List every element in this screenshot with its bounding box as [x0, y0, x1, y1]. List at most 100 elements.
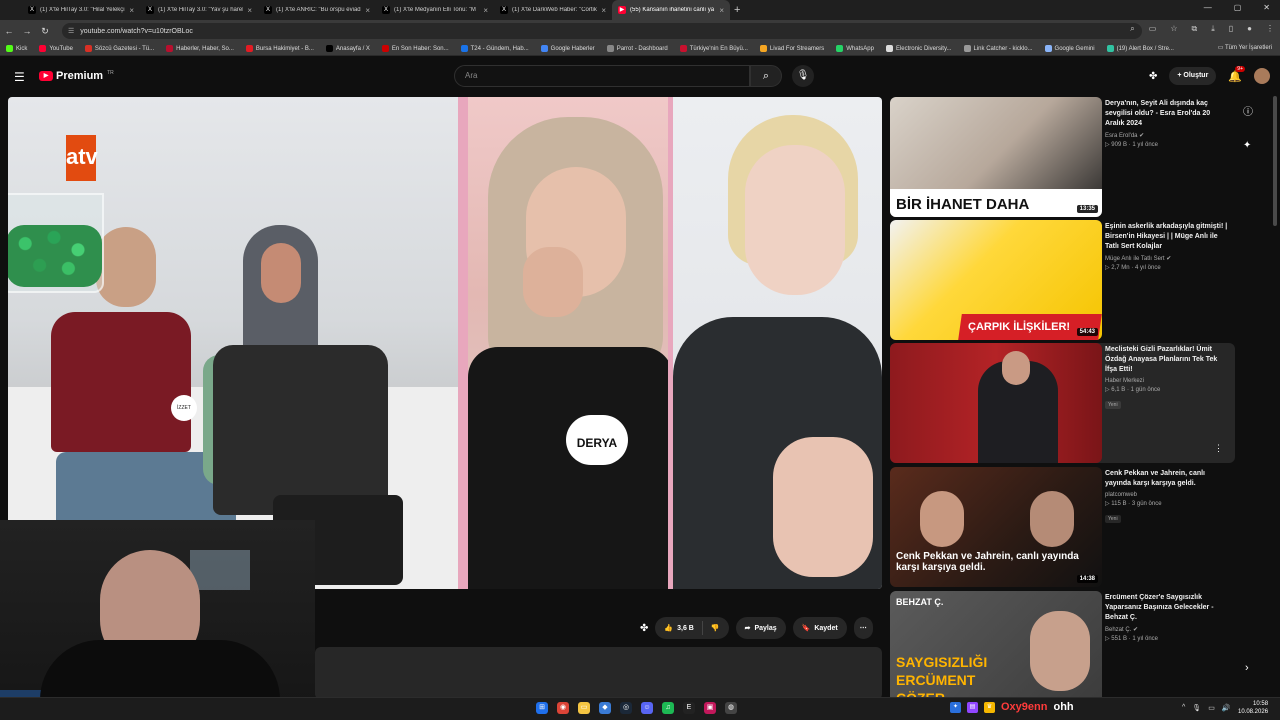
more-actions-button[interactable]: ⋯: [853, 617, 873, 639]
video-player[interactable]: atv İZZET DERYA: [8, 97, 882, 589]
channel-name[interactable]: platcomweb: [1105, 492, 1137, 498]
extension-puzzle-icon[interactable]: ✤: [640, 623, 648, 634]
video-title[interactable]: Eşinin askerlik arkadaşıyla gitmişti! | …: [1105, 222, 1230, 252]
recommendation-card[interactable]: BEHZAT Ç. SAYGISIZLIĞI ERCÜMENT ÇÖZER Er…: [890, 591, 1235, 697]
recommendation-card[interactable]: BİR İHANET DAHA 13:35 Derya'nın, Seyit A…: [890, 97, 1235, 217]
back-icon[interactable]: ←: [0, 26, 18, 36]
video-thumbnail[interactable]: ÇARPIK İLİŞKİLER! 54:43: [890, 220, 1102, 340]
scrollbar-thumb[interactable]: [1273, 96, 1277, 226]
obs-icon[interactable]: ◍: [725, 702, 737, 714]
steam-icon[interactable]: ◎: [620, 702, 632, 714]
forward-icon[interactable]: →: [18, 26, 36, 36]
youtube-logo[interactable]: ▶ Premium TR: [39, 70, 114, 82]
bookmark-item[interactable]: Google Haberler: [540, 45, 595, 52]
channel-name[interactable]: Esra Erol'da: [1105, 133, 1138, 139]
spotify-icon[interactable]: ♫: [662, 702, 674, 714]
bookmark-item[interactable]: Sözcü Gazetesi - Tü...: [84, 45, 154, 52]
avatar[interactable]: [1254, 68, 1270, 84]
thumbs-down-icon[interactable]: 👎: [711, 624, 720, 632]
browser-tab[interactable]: X (1) X'te Medyanın Elli Tonu: "M ×: [376, 0, 494, 20]
bookmark-item[interactable]: WhatsApp: [836, 45, 874, 52]
recommendation-card-hovered[interactable]: Meclisteki Gizli Pazarlıklar! Ümit Özdağ…: [890, 343, 1235, 463]
video-thumbnail[interactable]: BEHZAT Ç. SAYGISIZLIĞI ERCÜMENT ÇÖZER: [890, 591, 1102, 697]
bookmark-item[interactable]: Anasayfa / X: [325, 45, 370, 52]
system-clock[interactable]: 10:58 10.08.2026: [1238, 700, 1268, 716]
volume-icon[interactable]: 🔊: [1222, 704, 1231, 712]
site-info-icon[interactable]: ☰: [68, 27, 74, 35]
scrollbar[interactable]: [1273, 96, 1278, 700]
zoom-icon[interactable]: ⌕: [1130, 24, 1134, 34]
new-tab-button[interactable]: +: [734, 4, 740, 16]
sidebar-icon[interactable]: ▯: [1229, 24, 1233, 34]
bookmark-item[interactable]: Link Catcher - kicklo...: [963, 45, 1033, 52]
extensions-icon[interactable]: ⧉: [1191, 24, 1197, 34]
close-icon[interactable]: ×: [719, 6, 724, 15]
video-title[interactable]: Cenk Pekkan ve Jahrein, canlı yayında ka…: [1105, 469, 1230, 489]
notifications-button[interactable]: 🔔 9+: [1228, 65, 1245, 83]
close-icon[interactable]: ×: [365, 6, 370, 15]
cast-icon[interactable]: ▭: [1149, 24, 1157, 34]
download-icon[interactable]: ⤓: [1211, 24, 1215, 34]
browser-tab[interactable]: X (1) X'te ANRIC: "Bu orspu eviad ×: [258, 0, 376, 20]
video-title[interactable]: Meclisteki Gizli Pazarlıklar! Ümit Özdağ…: [1105, 345, 1230, 375]
chrome-icon[interactable]: ◉: [557, 702, 569, 714]
bookmark-item[interactable]: Electronic Diversity...: [885, 45, 952, 52]
channel-name[interactable]: Behzat Ç.: [1105, 627, 1131, 633]
bookmark-item[interactable]: Haberler, Haber, So...: [166, 45, 234, 52]
bookmark-star-icon[interactable]: ☆: [1170, 24, 1177, 34]
bookmark-item[interactable]: Bursa Hakimiyet - B...: [245, 45, 314, 52]
bookmark-item[interactable]: T24 - Gündem, Hab...: [460, 45, 529, 52]
video-thumbnail[interactable]: BİR İHANET DAHA 13:35: [890, 97, 1102, 217]
video-thumbnail[interactable]: [890, 343, 1102, 463]
bookmark-item[interactable]: YouTube: [39, 45, 73, 52]
bookmark-item[interactable]: Kick: [6, 45, 27, 52]
chevron-right-icon[interactable]: ›: [1245, 662, 1249, 674]
close-icon[interactable]: ×: [483, 6, 488, 15]
video-thumbnail[interactable]: Cenk Pekkan ve Jahrein, canlı yayında ka…: [890, 467, 1102, 587]
description-box[interactable]: [315, 647, 882, 700]
browser-tab[interactable]: X (1) X'te DarkWeb Haber: "Cortik ×: [494, 0, 612, 20]
close-window-icon[interactable]: ✕: [1263, 3, 1270, 12]
browser-menu-icon[interactable]: ⋮: [1266, 24, 1274, 34]
close-icon[interactable]: ×: [247, 6, 252, 15]
file-explorer-icon[interactable]: ▭: [578, 702, 590, 714]
channel-name[interactable]: Haber Merkezi: [1105, 378, 1144, 384]
close-icon[interactable]: ×: [129, 6, 134, 15]
hamburger-menu-icon[interactable]: ☰: [14, 70, 25, 84]
url-input[interactable]: ☰ youtube.com/watch?v=u10tzrOBLoc: [62, 23, 1142, 39]
bookmark-item[interactable]: Livad For Streamers: [759, 45, 824, 52]
sparkle-icon[interactable]: ✦: [1243, 140, 1253, 151]
chevron-up-icon[interactable]: ^: [1182, 704, 1185, 712]
bookmark-item[interactable]: Parrot - Dashboard: [606, 45, 668, 52]
minimize-icon[interactable]: —: [1204, 3, 1212, 12]
close-icon[interactable]: ×: [601, 6, 606, 15]
bookmark-item[interactable]: Türkiye'nin En Büyü...: [679, 45, 748, 52]
app-icon[interactable]: ◆: [599, 702, 611, 714]
search-button[interactable]: ⌕: [750, 65, 782, 87]
voice-search-button[interactable]: 🎙: [792, 65, 814, 87]
maximize-icon[interactable]: ▢: [1234, 3, 1242, 12]
recommendation-card[interactable]: ÇARPIK İLİŞKİLER! 54:43 Eşinin askerlik …: [890, 220, 1235, 340]
bookmark-item[interactable]: (19) Alert Box / Stre...: [1106, 45, 1174, 52]
channel-name[interactable]: Müge Anlı ile Tatlı Sert: [1105, 256, 1165, 262]
create-button[interactable]: + Oluştur: [1169, 67, 1217, 85]
epic-games-icon[interactable]: E: [683, 702, 695, 714]
reload-icon[interactable]: ↻: [36, 26, 54, 37]
video-title[interactable]: Ercüment Çözer'e Saygısızlık Yaparsanız …: [1105, 593, 1230, 623]
more-vertical-icon[interactable]: ⋮: [1214, 443, 1223, 454]
network-icon[interactable]: ▭: [1208, 704, 1215, 712]
profile-icon[interactable]: ●: [1247, 24, 1252, 34]
windows-start-icon[interactable]: ⊞: [536, 702, 548, 714]
all-bookmarks[interactable]: ▭ Tüm Yer İşaretleri: [1218, 44, 1272, 51]
recommendation-card[interactable]: Cenk Pekkan ve Jahrein, canlı yayında ka…: [890, 467, 1235, 587]
browser-tab[interactable]: X (1) X'te HilTay 3.0: "Hilal Yelekçi ×: [22, 0, 140, 20]
discord-icon[interactable]: ☺: [641, 702, 653, 714]
save-button[interactable]: 🔖 Kaydet: [792, 617, 847, 639]
info-icon[interactable]: ⓘ: [1243, 103, 1253, 118]
bookmark-item[interactable]: Google Gemini: [1044, 45, 1095, 52]
like-button[interactable]: 👍 3,6 B 👎: [655, 617, 729, 639]
browser-tab-active[interactable]: ▶ (55) Kansanın ihanetini canlı ya ×: [612, 0, 730, 20]
search-input[interactable]: Ara: [454, 65, 750, 87]
extension-puzzle-icon[interactable]: ✤: [1149, 71, 1157, 82]
video-title[interactable]: Derya'nın, Seyit Ali dışında kaç sevgili…: [1105, 99, 1230, 129]
